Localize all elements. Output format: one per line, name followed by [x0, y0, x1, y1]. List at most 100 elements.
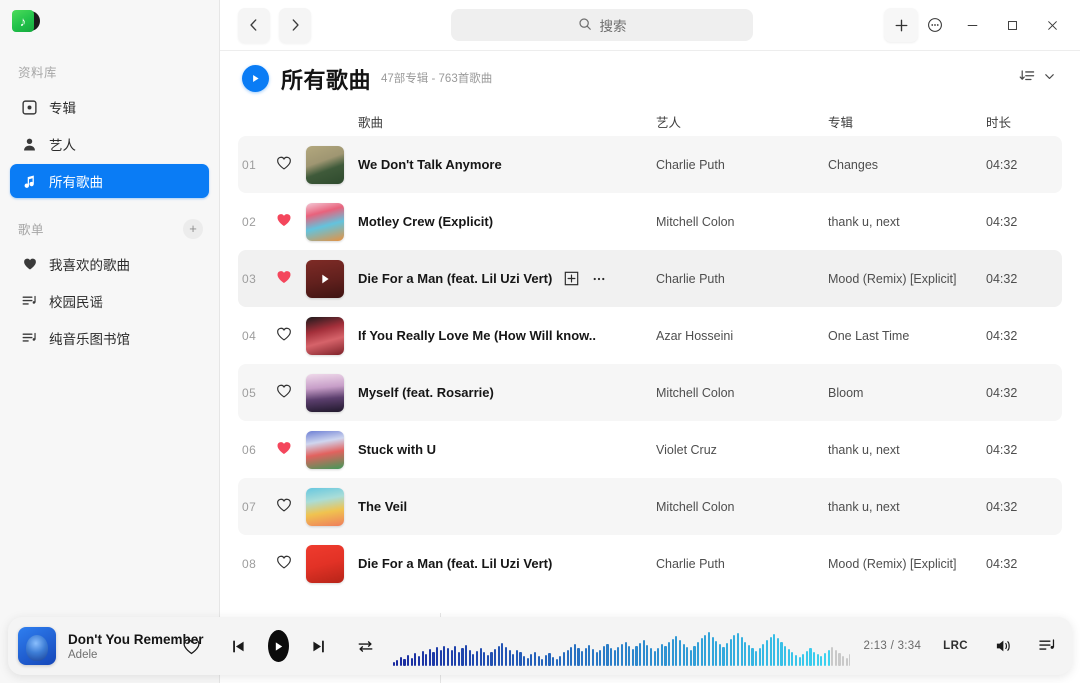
sidebar-item-campus-folk[interactable]: 校园民谣 [10, 284, 209, 318]
table-row[interactable]: 08Die For a Man (feat. Lil Uzi Vert)Char… [238, 535, 1062, 592]
table-row[interactable]: 04 If You Really Love Me (How Will know..… [238, 307, 1062, 364]
more-circle-icon[interactable] [918, 8, 952, 42]
favorite-button[interactable] [182, 637, 201, 656]
volume-button[interactable] [994, 637, 1012, 655]
back-button[interactable] [238, 8, 270, 43]
row-song-title: Stuck with U [358, 442, 436, 457]
lrc-button[interactable]: LRC [943, 640, 968, 652]
table-row[interactable]: 06Stuck with UViolet Cruzthank u, next04… [238, 421, 1062, 478]
album-artwork[interactable] [306, 374, 344, 412]
waveform-bar [476, 651, 478, 666]
sidebar-item-favorites[interactable]: 我喜欢的歌曲 [10, 247, 209, 281]
minimize-button[interactable] [952, 8, 992, 42]
main-area: 搜索 所有歌曲 47部专辑 - 763首歌曲 [220, 0, 1080, 683]
row-favorite-button[interactable] [276, 212, 306, 231]
waveform-bar [443, 646, 445, 666]
play-queue-button[interactable] [1038, 637, 1056, 655]
waveform-bar [748, 645, 750, 666]
waveform-bar [646, 645, 648, 666]
waveform-bar [741, 637, 743, 666]
waveform-bar [625, 642, 627, 666]
sort-button[interactable] [1017, 64, 1058, 94]
row-favorite-button[interactable] [276, 440, 306, 459]
row-favorite-button[interactable] [276, 554, 306, 573]
album-artwork[interactable] [306, 431, 344, 469]
row-artist: Charlie Puth [656, 158, 828, 172]
add-to-playlist-icon[interactable] [564, 271, 579, 286]
table-row[interactable]: 02Motley Crew (Explicit)Mitchell Colonth… [238, 193, 1062, 250]
waveform-bar [422, 651, 424, 666]
sidebar-item-all-songs[interactable]: 所有歌曲 [10, 164, 209, 198]
row-title-cell: Motley Crew (Explicit) [358, 214, 656, 229]
playlists-section-header: 歌单 + [0, 201, 219, 244]
add-button[interactable] [884, 8, 918, 42]
page-subtitle: 47部专辑 - 763首歌曲 [381, 70, 492, 88]
add-playlist-button[interactable]: + [183, 219, 203, 239]
waveform-bar [828, 650, 830, 666]
album-artwork[interactable] [306, 545, 344, 583]
row-artist: Mitchell Colon [656, 215, 828, 229]
row-artwork-cell [306, 545, 358, 583]
waveform-bar [762, 644, 764, 666]
sidebar-item-artists[interactable]: 艺人 [10, 127, 209, 161]
table-row[interactable]: 05Myself (feat. Rosarrie)Mitchell ColonB… [238, 364, 1062, 421]
row-favorite-button[interactable] [276, 155, 306, 174]
playlist-icon [21, 293, 38, 310]
waveform-bar [436, 647, 438, 666]
row-song-title: Motley Crew (Explicit) [358, 214, 493, 229]
sidebar-item-albums[interactable]: 专辑 [10, 90, 209, 124]
sidebar-item-label: 艺人 [49, 134, 76, 154]
waveform-bar [483, 652, 485, 666]
row-artist: Violet Cruz [656, 443, 828, 457]
row-favorite-button[interactable] [276, 497, 306, 516]
row-song-title: If You Really Love Me (How Will know.. [358, 328, 596, 343]
waveform-bar [780, 642, 782, 666]
waveform-bar [588, 645, 590, 666]
music-player-window: ♪ 资料库 专辑 艺人 所有歌曲 [0, 0, 1080, 683]
close-button[interactable] [1032, 8, 1072, 42]
waveform-bar [809, 648, 811, 666]
waveform-progress[interactable] [393, 626, 850, 666]
sidebar-item-instrumental-library[interactable]: 纯音乐图书馆 [10, 321, 209, 355]
maximize-button[interactable] [992, 8, 1032, 42]
album-artwork[interactable] [306, 488, 344, 526]
waveform-bar [751, 648, 753, 666]
row-title-cell: Die For a Man (feat. Lil Uzi Vert) [358, 271, 656, 287]
more-horizontal-icon[interactable] [591, 271, 607, 287]
row-index: 04 [242, 329, 276, 343]
row-favorite-button[interactable] [276, 269, 306, 288]
player-bar: Don't You Remember Adele 2:13 / 3:34 LRC [8, 617, 1072, 675]
album-artwork[interactable] [306, 203, 344, 241]
now-playing-info: Don't You Remember Adele [68, 632, 156, 661]
waveform-bar [451, 650, 453, 666]
next-track-button[interactable] [310, 638, 327, 655]
now-playing-artwork[interactable] [18, 627, 56, 665]
table-row[interactable]: 03Die For a Man (feat. Lil Uzi Vert)Char… [238, 250, 1062, 307]
album-artwork[interactable] [306, 146, 344, 184]
row-duration: 04:32 [986, 443, 1058, 457]
waveform-bar [509, 650, 511, 666]
waveform-bar [585, 648, 587, 666]
album-artwork[interactable] [306, 260, 344, 298]
repeat-button[interactable] [356, 637, 375, 656]
album-artwork[interactable] [306, 317, 344, 355]
row-favorite-button[interactable] [276, 383, 306, 402]
waveform-bar [820, 656, 822, 666]
play-all-button[interactable] [242, 65, 269, 92]
table-row[interactable]: 07The VeilMitchell Colonthank u, next04:… [238, 478, 1062, 535]
previous-track-button[interactable] [230, 638, 247, 655]
waveform-bar [440, 650, 442, 666]
row-favorite-button[interactable] [276, 326, 306, 345]
waveform-bar [458, 652, 460, 666]
playback-time: 2:13 / 3:34 [864, 640, 922, 652]
forward-button[interactable] [279, 8, 311, 43]
waveform-bar [668, 642, 670, 666]
music-album-logo-icon: ♪ [12, 10, 34, 32]
sidebar-item-label: 所有歌曲 [49, 171, 103, 191]
waveform-bar [643, 640, 645, 666]
waveform-bar [788, 649, 790, 666]
play-pause-button[interactable] [268, 630, 289, 662]
table-row[interactable]: 01We Don't Talk AnymoreCharlie PuthChang… [238, 136, 1062, 193]
col-header-song: 歌曲 [358, 112, 656, 131]
search-input[interactable]: 搜索 [451, 9, 753, 41]
